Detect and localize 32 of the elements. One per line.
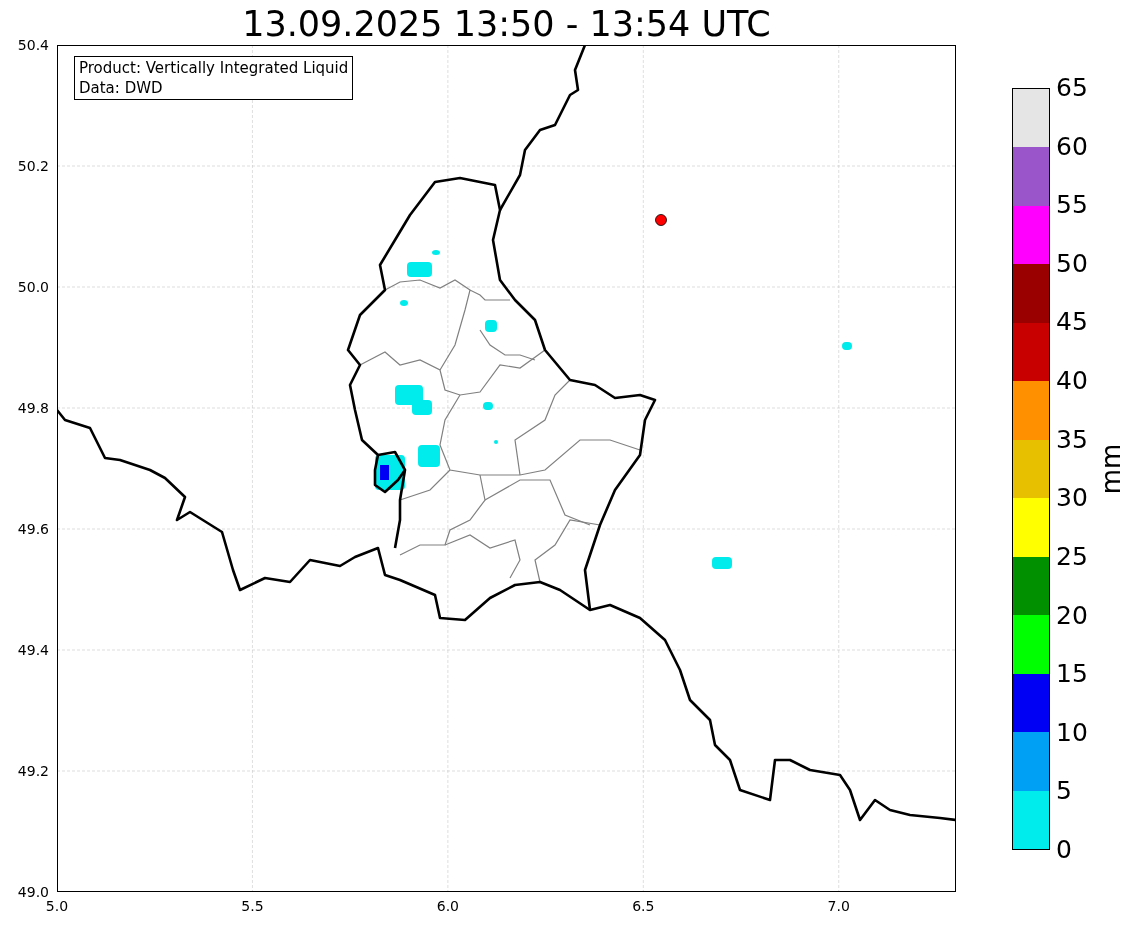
y-tick-label: 49.0	[17, 884, 49, 900]
colorbar-axis-label: mm	[1096, 443, 1126, 495]
colorbar-tick-label: 5	[1056, 777, 1072, 806]
colorbar-tick-label: 15	[1056, 660, 1088, 689]
colorbar-tick-label: 35	[1056, 425, 1088, 454]
legend-text: Data: DWD	[79, 78, 164, 98]
colorbar-tick-label: 30	[1056, 484, 1088, 513]
colorbar-tick-label: 10	[1056, 718, 1088, 747]
y-tick-label: 50.2	[17, 158, 49, 174]
colorbar-tick-label: 60	[1056, 132, 1088, 161]
y-tick-label: 49.8	[17, 400, 49, 416]
x-tick-label: 6.0	[436, 898, 459, 914]
x-tick-label: 5.0	[45, 898, 69, 914]
colorbar-tick-label: 25	[1056, 542, 1088, 571]
colorbar-tick-label: 50	[1056, 249, 1088, 278]
colorbar-tick-label: 20	[1056, 601, 1088, 630]
y-tick-label: 50.4	[17, 37, 49, 53]
y-tick-label: 49.2	[17, 763, 49, 779]
colorbar-tick-label: 40	[1056, 367, 1088, 396]
x-tick-label: 7.0	[827, 898, 850, 914]
x-tick-label: 6.5	[632, 898, 655, 914]
colorbar-tick-label: 65	[1056, 74, 1088, 102]
colorbar-tick-label: 55	[1056, 191, 1088, 220]
location-marker	[655, 214, 667, 226]
y-tick-label: 49.4	[17, 642, 49, 658]
chart-title: 13.09.2025 13:50 - 13:54 UTC	[242, 3, 771, 45]
y-tick-label: 49.6	[17, 521, 49, 537]
colorbar-tick-label: 0	[1056, 836, 1072, 864]
colorbar-tick-label: 45	[1056, 308, 1088, 337]
x-tick-label: 5.5	[241, 898, 264, 914]
legend-text: Product: Vertically Integrated Liquid	[79, 58, 349, 78]
y-tick-label: 50.0	[17, 279, 49, 295]
